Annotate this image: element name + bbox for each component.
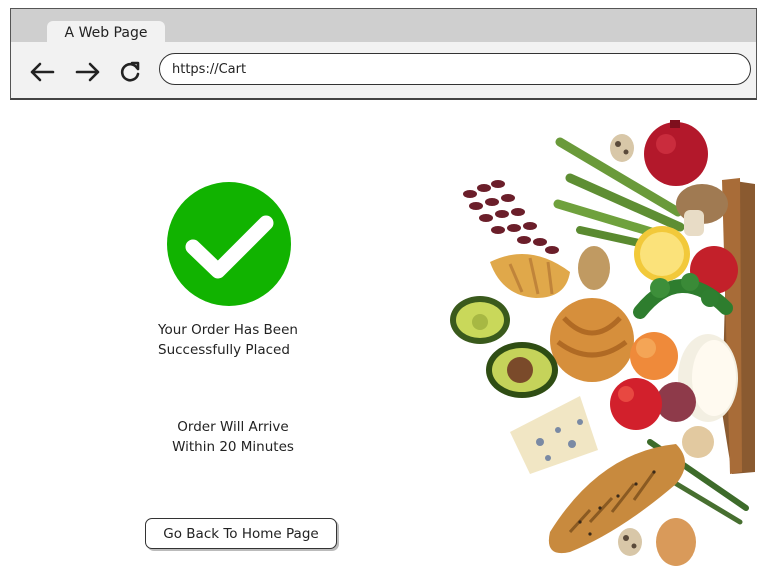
arrival-line-2: Within 20 Minutes: [172, 439, 294, 455]
browser-tab[interactable]: A Web Page: [47, 21, 165, 45]
arrival-message: Order Will Arrive Within 20 Minutes: [166, 417, 300, 457]
reload-button[interactable]: [115, 57, 145, 87]
arrow-left-icon: [30, 62, 55, 82]
tab-strip: A Web Page: [11, 9, 756, 45]
reload-icon: [120, 61, 140, 82]
address-bar[interactable]: [159, 53, 751, 85]
go-home-button[interactable]: Go Back To Home Page: [145, 518, 337, 549]
order-placed-line-2: Successfully Placed: [158, 342, 290, 358]
forward-button[interactable]: [73, 57, 103, 87]
browser-window: A Web Page: [10, 8, 757, 100]
groceries-image: [450, 120, 755, 566]
back-button[interactable]: [27, 57, 57, 87]
arrival-line-1: Order Will Arrive: [177, 419, 289, 435]
order-placed-line-1: Your Order Has Been: [158, 322, 298, 338]
order-placed-message: Your Order Has Been Successfully Placed: [158, 320, 298, 360]
check-circle-icon: [167, 182, 291, 306]
arrow-right-icon: [75, 62, 100, 82]
